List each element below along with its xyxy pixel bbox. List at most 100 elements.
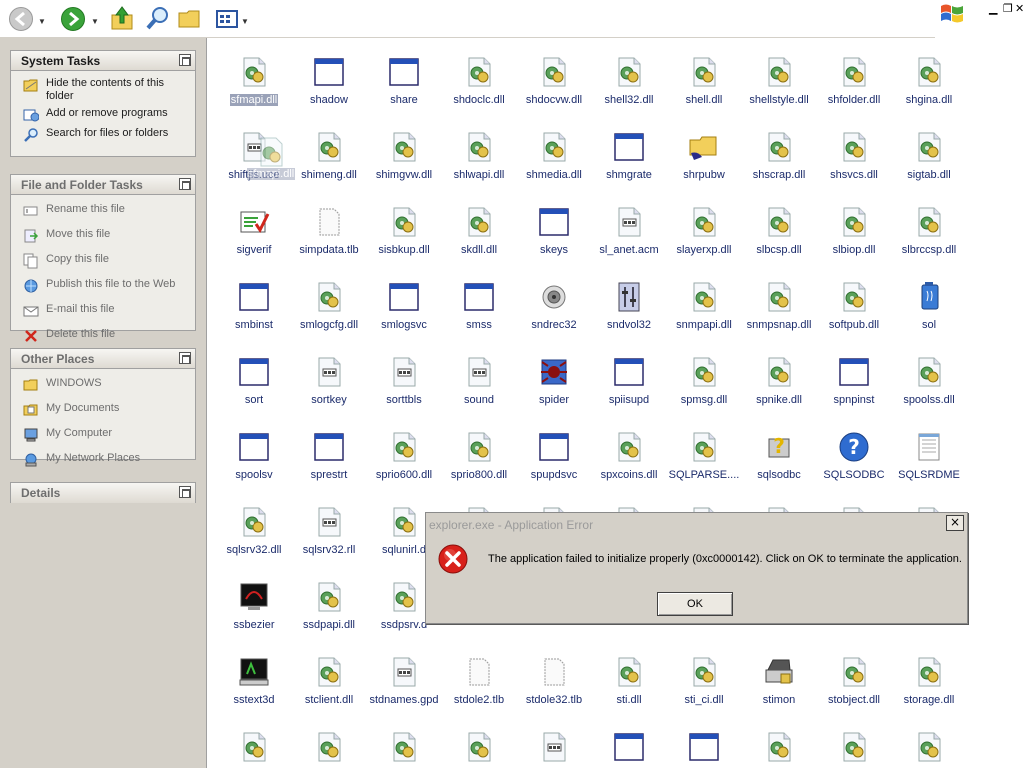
close-icon[interactable]: ✕ <box>1015 2 1024 15</box>
file-item[interactable]: spmsg.dll <box>667 356 741 409</box>
forward-icon[interactable] <box>61 7 85 31</box>
file-item[interactable]: sorttbls <box>367 356 441 409</box>
file-item[interactable]: shell.dll <box>667 56 741 109</box>
file-item[interactable] <box>292 731 366 768</box>
file-item[interactable]: shimgvw.dll <box>367 131 441 184</box>
file-item[interactable]: smlogsvc <box>367 281 441 334</box>
file-item[interactable]: shlwapi.dll <box>442 131 516 184</box>
file-item[interactable] <box>592 731 666 768</box>
file-item[interactable]: shellstyle.dll <box>742 56 816 109</box>
file-item[interactable]: spoolss.dll <box>892 356 966 409</box>
restore-icon[interactable]: ❐ <box>1003 2 1013 15</box>
file-item[interactable]: SQLPARSE.... <box>667 431 741 484</box>
file-item[interactable]: sigverif <box>217 206 291 259</box>
file-item[interactable]: shdoclc.dll <box>442 56 516 109</box>
ok-button[interactable]: OK <box>657 592 733 616</box>
other-places-header[interactable]: Other Places <box>11 349 195 369</box>
task-hide-contents[interactable]: Hide the contents of this folder <box>11 75 195 105</box>
file-item[interactable]: ssbezier <box>217 581 291 634</box>
file-item[interactable]: stclient.dll <box>292 656 366 709</box>
file-item[interactable]: stobject.dll <box>817 656 891 709</box>
back-dropdown-icon[interactable]: ▼ <box>38 17 46 26</box>
file-item[interactable]: skeys <box>517 206 591 259</box>
file-item[interactable]: smss <box>442 281 516 334</box>
task-rename[interactable]: Rename this file <box>11 201 195 226</box>
task-add-remove-programs[interactable]: Add or remove programs <box>11 105 195 125</box>
details-header[interactable]: Details <box>11 483 195 503</box>
dialog-close-button[interactable]: × <box>946 515 964 531</box>
file-item[interactable]: sqlsrv32.rll <box>292 506 366 559</box>
file-item[interactable]: ? SQLSODBC <box>817 431 891 484</box>
file-item[interactable]: ssdpapi.dll <box>292 581 366 634</box>
file-item[interactable] <box>217 731 291 768</box>
file-item[interactable]: shadow <box>292 56 366 109</box>
file-item[interactable]: simpdata.tlb <box>292 206 366 259</box>
file-folder-tasks-header[interactable]: File and Folder Tasks <box>11 175 195 195</box>
file-item[interactable]: spxcoins.dll <box>592 431 666 484</box>
file-item[interactable]: sl_anet.acm <box>592 206 666 259</box>
file-item[interactable]: sigtab.dll <box>892 131 966 184</box>
file-item[interactable] <box>517 731 591 768</box>
file-item[interactable]: spnike.dll <box>742 356 816 409</box>
file-item[interactable]: shfolder.dll <box>817 56 891 109</box>
file-item[interactable]: shgina.dll <box>892 56 966 109</box>
collapse-icon[interactable] <box>179 352 191 364</box>
task-delete[interactable]: Delete this file <box>11 326 195 346</box>
minimize-icon[interactable]: ▁ <box>989 2 997 15</box>
file-item[interactable]: sound <box>442 356 516 409</box>
file-item[interactable]: smlogcfg.dll <box>292 281 366 334</box>
file-item[interactable]: sti_ci.dll <box>667 656 741 709</box>
file-item[interactable]: SQLSRDME <box>892 431 966 484</box>
file-item[interactable] <box>892 731 966 768</box>
task-search[interactable]: Search for files or folders <box>11 125 195 145</box>
file-item[interactable]: slbiop.dll <box>817 206 891 259</box>
file-item[interactable]: stdole2.tlb <box>442 656 516 709</box>
file-item[interactable]: snmpapi.dll <box>667 281 741 334</box>
file-item[interactable]: slbrccsp.dll <box>892 206 966 259</box>
file-item[interactable]: sndvol32 <box>592 281 666 334</box>
file-item[interactable]: spnpinst <box>817 356 891 409</box>
file-item[interactable] <box>442 731 516 768</box>
file-item[interactable]: shmgrate <box>592 131 666 184</box>
file-item[interactable]: sstext3d <box>217 656 291 709</box>
place-windows[interactable]: WINDOWS <box>11 375 195 400</box>
file-item[interactable]: shdocvw.dll <box>517 56 591 109</box>
file-item[interactable]: spoolsv <box>217 431 291 484</box>
task-move[interactable]: Move this file <box>11 226 195 251</box>
file-item[interactable] <box>367 731 441 768</box>
forward-dropdown-icon[interactable]: ▼ <box>91 17 99 26</box>
file-item[interactable]: spiisupd <box>592 356 666 409</box>
up-folder-icon[interactable] <box>110 5 134 33</box>
task-email[interactable]: E-mail this file <box>11 301 195 326</box>
file-item[interactable]: sndrec32 <box>517 281 591 334</box>
file-item[interactable]: shsvcs.dll <box>817 131 891 184</box>
file-item[interactable]: sfmapi.dll <box>217 56 291 109</box>
file-item[interactable]: sti.dll <box>592 656 666 709</box>
file-item[interactable]: sprio600.dll <box>367 431 441 484</box>
file-item[interactable]: slayerxp.dll <box>667 206 741 259</box>
file-item[interactable]: snmpsnap.dll <box>742 281 816 334</box>
collapse-icon[interactable] <box>179 486 191 498</box>
file-item[interactable]: slbcsp.dll <box>742 206 816 259</box>
file-item[interactable] <box>742 731 816 768</box>
back-icon[interactable] <box>9 7 33 31</box>
file-item[interactable]: stdole32.tlb <box>517 656 591 709</box>
task-publish-web[interactable]: Publish this file to the Web <box>11 276 195 301</box>
file-item[interactable]: sol <box>892 281 966 334</box>
file-item[interactable]: shrpubw <box>667 131 741 184</box>
task-copy[interactable]: Copy this file <box>11 251 195 276</box>
file-item[interactable]: stimon <box>742 656 816 709</box>
file-item[interactable] <box>667 731 741 768</box>
file-item[interactable]: sisbkup.dll <box>367 206 441 259</box>
collapse-icon[interactable] <box>179 178 191 190</box>
place-my-computer[interactable]: My Computer <box>11 425 195 450</box>
place-my-documents[interactable]: My Documents <box>11 400 195 425</box>
file-item[interactable]: smbinst <box>217 281 291 334</box>
file-item[interactable]: sprio800.dll <box>442 431 516 484</box>
file-item[interactable]: sort <box>217 356 291 409</box>
file-item[interactable]: ? sqlsodbc <box>742 431 816 484</box>
file-item[interactable]: stdnames.gpd <box>367 656 441 709</box>
file-item[interactable] <box>817 731 891 768</box>
file-item[interactable]: shell32.dll <box>592 56 666 109</box>
file-item[interactable]: share <box>367 56 441 109</box>
